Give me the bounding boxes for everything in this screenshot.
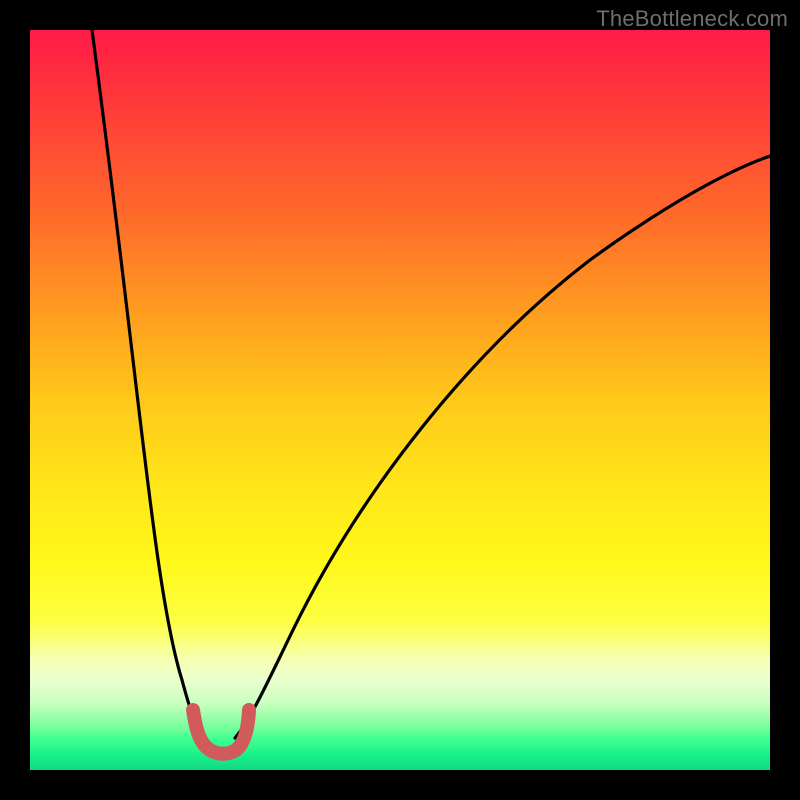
right-curve <box>235 156 770 738</box>
plot-area <box>30 30 770 770</box>
watermark-text: TheBottleneck.com <box>596 6 788 32</box>
curve-layer <box>30 30 770 770</box>
chart-frame: TheBottleneck.com <box>0 0 800 800</box>
left-curve <box>92 30 205 738</box>
bottom-u-curve <box>193 710 249 754</box>
